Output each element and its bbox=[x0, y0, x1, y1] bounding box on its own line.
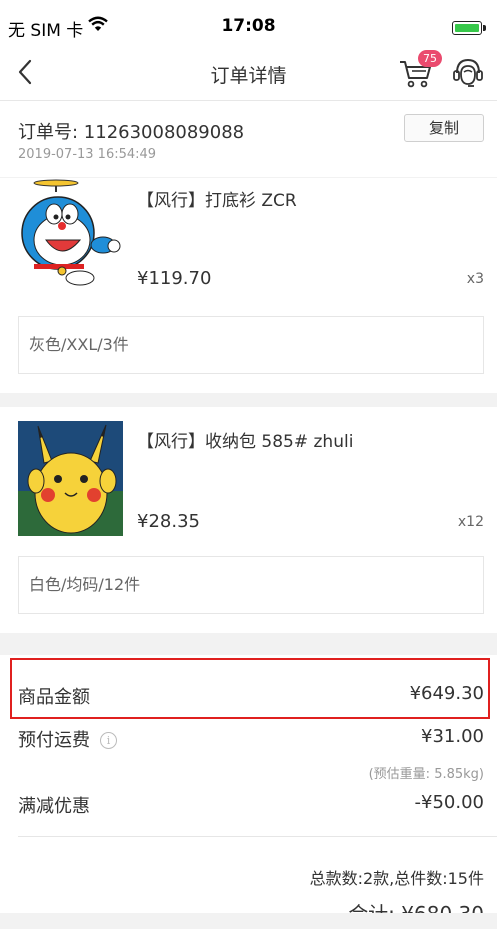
goods-amount-value: ¥649.30 bbox=[409, 683, 484, 704]
product-card: 【风行】收纳包 585# zhuli ¥28.35 x12 白色/均码/12件 bbox=[0, 407, 497, 633]
product-quantity: x12 bbox=[457, 514, 484, 530]
discount-value: -¥50.00 bbox=[414, 792, 484, 813]
bottom-strip bbox=[0, 913, 497, 929]
product-price: ¥119.70 bbox=[137, 268, 212, 289]
product-card: 【风行】打底衫 ZCR ¥119.70 x3 灰色/XXL/3件 bbox=[0, 178, 497, 393]
estimated-weight: (预估重量: 5.85kg) bbox=[368, 767, 484, 782]
product-name[interactable]: 【风行】收纳包 585# zhuli bbox=[137, 427, 353, 452]
clock: 17:08 bbox=[221, 16, 276, 36]
product-image-doraemon[interactable] bbox=[18, 178, 123, 295]
battery-cap bbox=[483, 25, 486, 31]
nav-bar: 订单详情 75 bbox=[0, 46, 497, 101]
product-spec: 灰色/XXL/3件 bbox=[18, 316, 484, 374]
cart-count-badge: 75 bbox=[418, 50, 442, 67]
divider bbox=[18, 836, 497, 837]
battery-icon bbox=[452, 21, 482, 35]
product-name[interactable]: 【风行】打底衫 ZCR bbox=[137, 186, 297, 211]
status-bar: 无 SIM 卡 17:08 bbox=[0, 6, 497, 46]
order-date: 2019-07-13 16:54:49 bbox=[18, 147, 157, 162]
info-icon[interactable]: i bbox=[100, 732, 117, 749]
shipping-value: ¥31.00 bbox=[421, 726, 484, 747]
order-number: 订单号: 11263008089088 bbox=[18, 122, 245, 143]
discount-label: 满减优惠 bbox=[18, 796, 90, 817]
order-header: 订单号: 11263008089088 2019-07-13 16:54:49 … bbox=[0, 101, 497, 177]
product-image-pikachu[interactable] bbox=[18, 421, 123, 536]
product-quantity: x3 bbox=[466, 271, 484, 287]
product-price: ¥28.35 bbox=[137, 511, 200, 532]
item-totals: 总款数:2款,总件数:15件 bbox=[309, 869, 484, 888]
shipping-label: 预付运费 bbox=[18, 730, 90, 751]
product-spec: 白色/均码/12件 bbox=[18, 556, 484, 614]
shipping-label-row: 预付运费 i bbox=[18, 726, 117, 752]
goods-amount-label: 商品金额 bbox=[18, 687, 90, 708]
order-summary: 商品金额 ¥649.30 预付运费 i ¥31.00 (预估重量: 5.85kg)… bbox=[0, 655, 497, 926]
customer-service-icon[interactable] bbox=[452, 56, 484, 90]
copy-button[interactable]: 复制 bbox=[404, 114, 484, 142]
